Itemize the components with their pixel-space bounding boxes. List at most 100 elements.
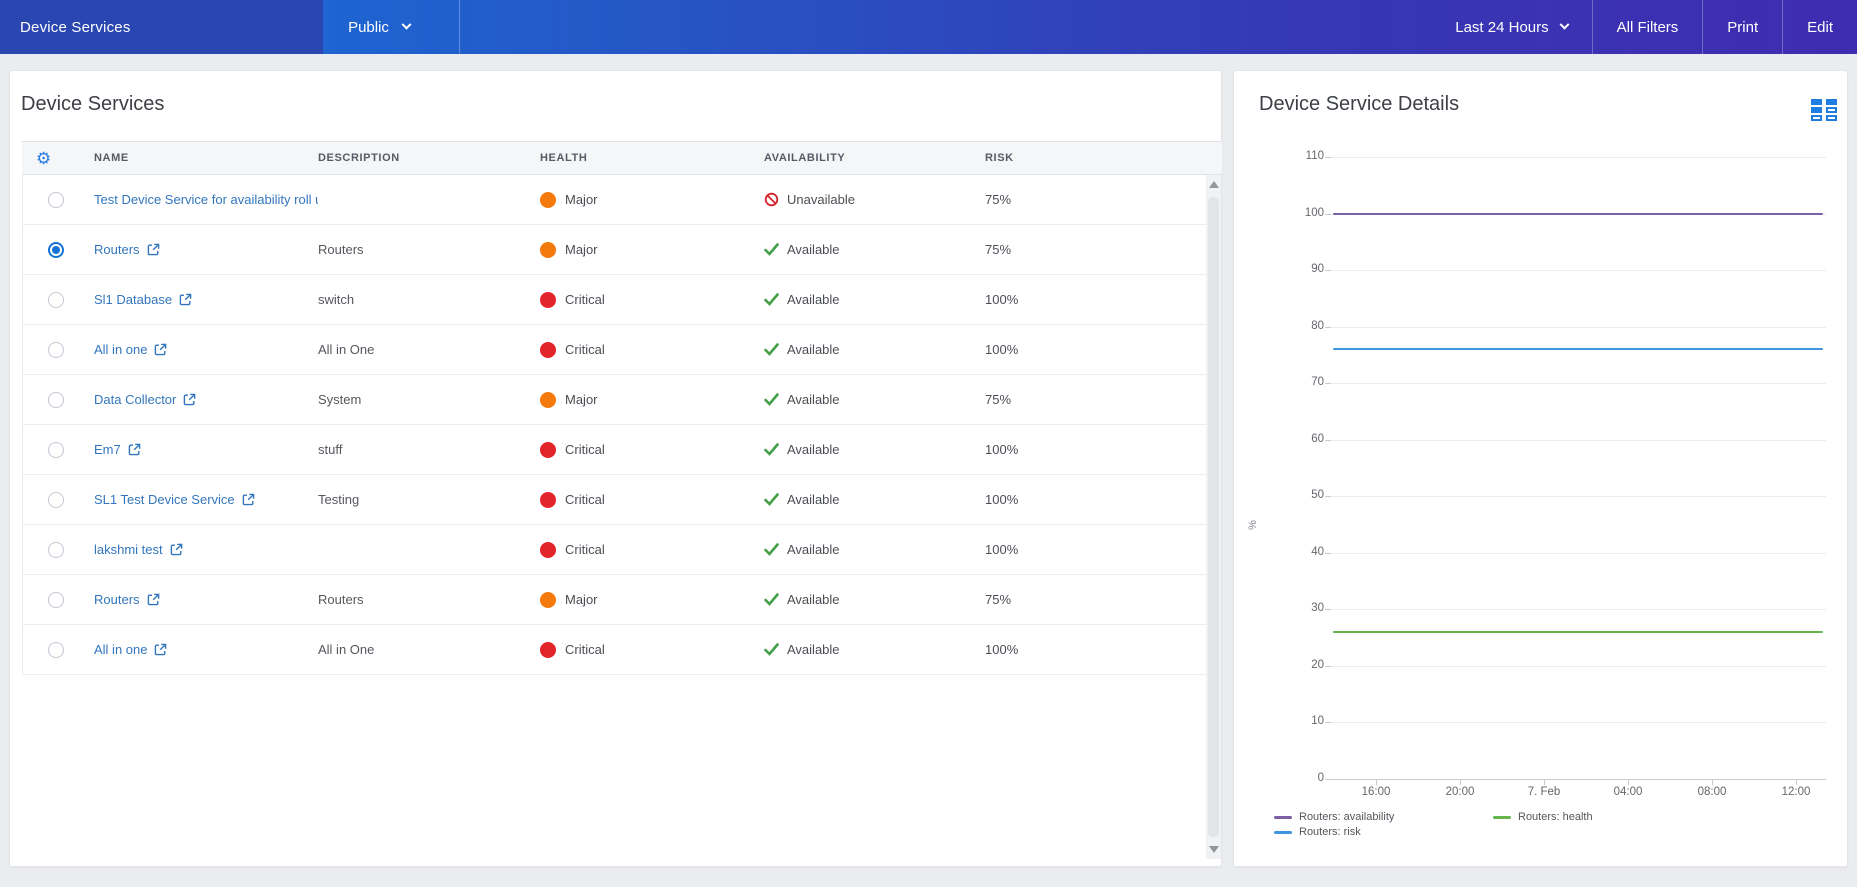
y-tick	[1325, 722, 1331, 724]
gridline	[1331, 552, 1826, 554]
risk-value: 100%	[985, 492, 1019, 507]
table-row: Data Collector System Major Available 75…	[23, 375, 1206, 425]
table-header: ⚙ NAME DESCRIPTION HEALTH AVAILABILITY R…	[22, 141, 1222, 175]
column-header-availability[interactable]: AVAILABILITY	[764, 152, 985, 164]
print-button[interactable]: Print	[1703, 0, 1782, 54]
external-link-icon[interactable]	[242, 493, 255, 506]
dashboard-visibility-dropdown[interactable]: Public	[323, 0, 435, 54]
service-name-link[interactable]: Routers	[94, 242, 140, 257]
all-filters-button[interactable]: All Filters	[1593, 0, 1703, 54]
service-name-link[interactable]: SL1 Test Device Service	[94, 492, 235, 507]
column-header-health[interactable]: HEALTH	[540, 152, 764, 164]
x-tick-label: 16:00	[1361, 786, 1391, 798]
scroll-down-arrow-icon[interactable]	[1209, 846, 1219, 853]
y-tick	[1325, 326, 1331, 328]
table-row: Em7 stuff Critical Available 100%	[23, 425, 1206, 475]
gridline	[1331, 383, 1826, 385]
row-select-radio[interactable]	[48, 391, 64, 408]
external-link-icon[interactable]	[170, 543, 183, 556]
external-link-icon[interactable]	[128, 443, 141, 456]
row-select-radio[interactable]	[48, 191, 64, 208]
availability-label: Available	[787, 542, 840, 557]
table-row: Routers Routers Major Available 75%	[23, 225, 1206, 275]
dashboard-visibility-label: Public	[348, 18, 389, 36]
gridline	[1331, 722, 1826, 724]
health-label: Critical	[565, 342, 605, 357]
x-axis-line	[1331, 779, 1826, 780]
table-row: Test Device Service for availability rol…	[23, 175, 1206, 225]
availability-label: Available	[787, 592, 840, 607]
gridline	[1331, 665, 1826, 667]
service-name-link[interactable]: Data Collector	[94, 392, 176, 407]
row-select-radio[interactable]	[48, 241, 64, 258]
y-tick-label: 10	[1311, 715, 1324, 728]
device-service-details-panel: Device Service Details % 0 10 20 30 40 50 60 70…	[1233, 70, 1848, 867]
row-select-radio[interactable]	[48, 341, 64, 358]
row-select-radio[interactable]	[48, 541, 64, 558]
health-status-icon	[540, 291, 556, 308]
service-name-link[interactable]: All in one	[94, 342, 147, 357]
edit-button[interactable]: Edit	[1783, 0, 1857, 54]
scroll-up-arrow-icon[interactable]	[1209, 181, 1219, 188]
x-tick	[1544, 779, 1545, 785]
service-description: stuff	[318, 442, 343, 457]
risk-value: 100%	[985, 442, 1019, 457]
health-label: Major	[565, 592, 598, 607]
service-description: All in One	[318, 642, 375, 657]
column-header-name[interactable]: NAME	[94, 152, 318, 164]
service-name-link[interactable]: Routers	[94, 592, 140, 607]
scrollbar-thumb[interactable]	[1208, 197, 1219, 837]
unavailable-icon	[764, 192, 779, 207]
row-select-radio[interactable]	[48, 441, 64, 458]
health-label: Critical	[565, 492, 605, 507]
external-link-icon[interactable]	[154, 643, 167, 656]
x-tick-label: 20:00	[1445, 786, 1475, 798]
legend-item[interactable]: Routers: risk	[1274, 826, 1394, 838]
external-link-icon[interactable]	[147, 593, 160, 606]
service-name-link[interactable]: Test Device Service for availability rol…	[94, 192, 318, 207]
legend-item[interactable]: Routers: health	[1493, 811, 1593, 823]
row-select-radio[interactable]	[48, 491, 64, 508]
y-tick-label: 30	[1311, 602, 1324, 615]
row-select-radio[interactable]	[48, 641, 64, 658]
health-label: Critical	[565, 292, 605, 307]
health-label: Major	[565, 192, 598, 207]
row-select-radio[interactable]	[48, 591, 64, 608]
health-status-icon	[540, 241, 556, 258]
y-tick	[1325, 609, 1331, 611]
health-status-icon	[540, 491, 556, 508]
app-title-section: Device Services	[0, 0, 323, 54]
legend-label: Routers: availability	[1299, 811, 1395, 823]
availability-label: Available	[787, 292, 840, 307]
service-name-link[interactable]: All in one	[94, 642, 147, 657]
gridline	[1331, 496, 1826, 498]
external-link-icon[interactable]	[154, 343, 167, 356]
health-status-icon	[540, 441, 556, 458]
series-line	[1333, 348, 1823, 351]
row-select-radio[interactable]	[48, 291, 64, 308]
y-tick	[1325, 552, 1331, 554]
availability-label: Available	[787, 342, 840, 357]
column-header-risk[interactable]: RISK	[985, 152, 1222, 164]
external-link-icon[interactable]	[183, 393, 196, 406]
service-name-link[interactable]: Em7	[94, 442, 121, 457]
risk-value: 75%	[985, 192, 1012, 207]
legend-item[interactable]: Routers: availability	[1274, 811, 1394, 823]
y-tick-label: 20	[1311, 658, 1324, 671]
external-link-icon[interactable]	[179, 293, 192, 306]
device-services-panel: Device Services ⚙ NAME DESCRIPTION HEALT…	[9, 70, 1222, 867]
y-tick-label: 100	[1304, 206, 1324, 219]
health-label: Critical	[565, 442, 605, 457]
service-name-link[interactable]: lakshmi test	[94, 542, 163, 557]
availability-label: Unavailable	[787, 192, 855, 207]
external-link-icon[interactable]	[147, 243, 160, 256]
gear-icon[interactable]: ⚙	[22, 150, 94, 167]
time-range-dropdown[interactable]: Last 24 Hours	[1431, 0, 1591, 54]
health-label: Critical	[565, 542, 605, 557]
service-name-link[interactable]: Sl1 Database	[94, 292, 172, 307]
column-header-description[interactable]: DESCRIPTION	[318, 152, 540, 164]
y-tick-label: 50	[1311, 489, 1324, 502]
x-tick-label: 12:00	[1781, 786, 1811, 798]
table-scrollbar[interactable]	[1206, 175, 1221, 859]
availability-label: Available	[787, 242, 840, 257]
